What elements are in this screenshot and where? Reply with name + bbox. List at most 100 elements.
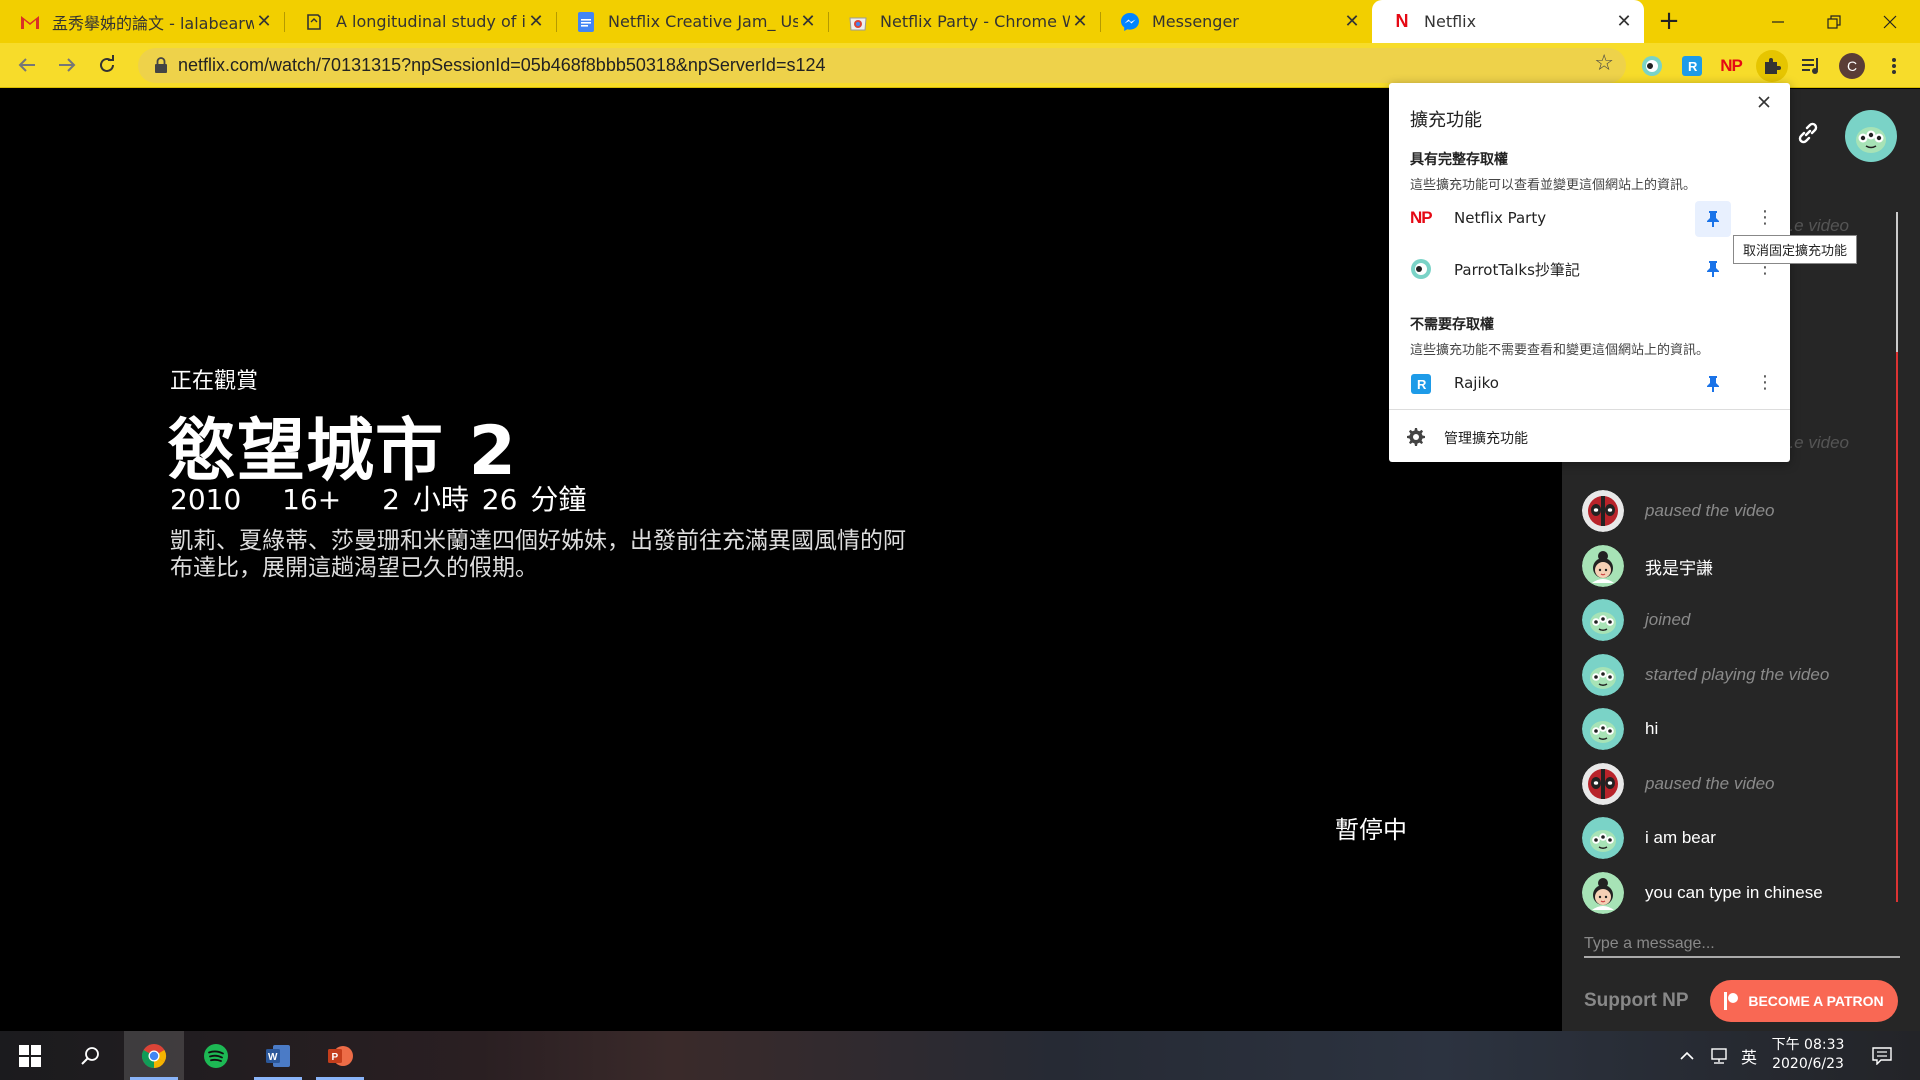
- unpin-extension-button[interactable]: [1695, 366, 1731, 402]
- profile-button[interactable]: C: [1836, 50, 1868, 82]
- movie-year: 2010: [170, 483, 242, 516]
- gear-icon: [1407, 428, 1425, 446]
- parrottalks-extension-button[interactable]: [1636, 50, 1668, 82]
- netflix-icon: N: [1395, 11, 1409, 31]
- link-icon[interactable]: [1795, 120, 1821, 146]
- minimize-icon: [1772, 20, 1784, 23]
- unpin-extension-button[interactable]: [1695, 251, 1731, 287]
- taskbar-word[interactable]: W: [248, 1031, 308, 1080]
- back-button[interactable]: [12, 50, 42, 80]
- url-text[interactable]: netflix.com/watch/70131315?npSessionId=0…: [178, 55, 826, 76]
- close-tab-icon[interactable]: ✕: [1614, 11, 1634, 32]
- address-bar[interactable]: netflix.com/watch/70131315?npSessionId=0…: [138, 48, 1626, 83]
- tab-messenger[interactable]: Messenger ✕: [1100, 0, 1372, 43]
- reload-button[interactable]: [92, 50, 122, 80]
- word-icon: W: [266, 1044, 290, 1067]
- rajiko-icon: R: [1411, 374, 1431, 394]
- patreon-icon: [1724, 992, 1739, 1010]
- minimize-button[interactable]: [1750, 0, 1806, 43]
- chrome-icon: [141, 1043, 167, 1068]
- extension-more-button[interactable]: ⋮: [1755, 368, 1775, 400]
- restore-button[interactable]: [1806, 0, 1862, 43]
- close-icon: [1758, 96, 1770, 108]
- chat-scrollbar-thumb[interactable]: [1896, 212, 1898, 352]
- media-control-button[interactable]: [1796, 50, 1828, 82]
- taskbar-spotify[interactable]: [186, 1031, 246, 1080]
- extension-name: ParrotTalks抄筆記: [1454, 261, 1580, 279]
- tab-creative-jam[interactable]: Netflix Creative Jam_ User Inte ✕: [556, 0, 828, 43]
- extension-row-parrottalks[interactable]: ParrotTalks抄筆記 ⋮: [1389, 247, 1790, 291]
- extensions-menu-button[interactable]: [1756, 50, 1788, 82]
- taskbar-chrome[interactable]: [124, 1031, 184, 1080]
- close-popup-button[interactable]: [1752, 90, 1776, 114]
- support-np-label: Support NP: [1584, 990, 1689, 1011]
- svg-text:R: R: [1417, 377, 1427, 392]
- start-button[interactable]: [0, 1031, 60, 1080]
- close-tab-icon[interactable]: ✕: [526, 11, 546, 32]
- become-a-patron-button[interactable]: BECOME A PATRON: [1710, 980, 1898, 1022]
- girl-avatar: [1582, 545, 1624, 587]
- pin-icon: [1707, 211, 1719, 227]
- browser-toolbar: netflix.com/watch/70131315?npSessionId=0…: [0, 43, 1920, 88]
- show-hidden-icons-button[interactable]: [1674, 1031, 1700, 1080]
- tab-longitudinal-study[interactable]: A longitudinal study of intera ✕: [284, 0, 556, 43]
- chat-message-text: i am bear: [1645, 828, 1716, 847]
- chat-message-row: paused the video: [1582, 761, 1882, 807]
- close-tab-icon[interactable]: ✕: [798, 11, 818, 32]
- pin-icon: [1707, 261, 1719, 277]
- tab-gmail[interactable]: 孟秀擧姊的論文 - lalabearwang ✕: [0, 0, 284, 43]
- girl-avatar: [1582, 872, 1624, 914]
- chat-message-text: ...e video: [1780, 216, 1849, 235]
- close-tab-icon[interactable]: ✕: [254, 11, 274, 32]
- extension-row-netflix-party[interactable]: NP Netflix Party ⋮: [1389, 197, 1790, 241]
- lock-icon[interactable]: [152, 56, 170, 74]
- deadpool-avatar: [1582, 490, 1624, 532]
- spotify-icon: [204, 1043, 228, 1068]
- media-queue-icon: [1802, 58, 1818, 74]
- tab-title: Netflix Creative Jam_ User Inte: [608, 12, 798, 31]
- bookmark-star-icon[interactable]: ☆: [1594, 51, 1614, 76]
- tab-netflix[interactable]: N Netflix ✕: [1372, 0, 1644, 43]
- ime-indicator[interactable]: 英: [1736, 1031, 1762, 1080]
- tab-web-store[interactable]: Netflix Party - Chrome Web Sto ✕: [828, 0, 1100, 43]
- become-a-patron-label: BECOME A PATRON: [1748, 993, 1884, 1009]
- no-access-description: 這些擴充功能不需要查看和變更這個網站上的資訊。: [1410, 343, 1710, 358]
- alien-avatar[interactable]: [1845, 110, 1897, 162]
- avatar: C: [1839, 53, 1865, 79]
- chrome-menu-button[interactable]: [1878, 50, 1910, 82]
- popup-title: 擴充功能: [1410, 110, 1482, 131]
- close-tab-icon[interactable]: ✕: [1070, 11, 1090, 32]
- rajiko-extension-button[interactable]: R: [1676, 50, 1708, 82]
- manage-extensions-button[interactable]: 管理擴充功能: [1389, 417, 1790, 457]
- unpin-extension-button[interactable]: [1695, 201, 1731, 237]
- svg-text:W: W: [268, 1052, 278, 1063]
- chrome-web-store-icon: [848, 12, 868, 32]
- gmail-icon: [20, 12, 40, 32]
- netflix-party-extension-button[interactable]: NP: [1715, 50, 1747, 82]
- forward-button[interactable]: [52, 50, 82, 80]
- extension-more-button[interactable]: ⋮: [1755, 203, 1775, 235]
- alien-avatar: [1582, 817, 1624, 859]
- extension-row-rajiko[interactable]: R Rajiko ⋮: [1389, 362, 1790, 406]
- close-window-button[interactable]: [1862, 0, 1918, 43]
- clock[interactable]: 下午 08:33 2020/6/23: [1767, 1036, 1849, 1074]
- chat-message-input[interactable]: [1584, 932, 1900, 958]
- tab-title: Netflix: [1424, 12, 1477, 31]
- chevron-up-icon: [1680, 1051, 1694, 1060]
- network-tray-button[interactable]: [1704, 1031, 1734, 1080]
- new-tab-button[interactable]: +: [1654, 7, 1684, 37]
- rajiko-icon: R: [1682, 56, 1702, 76]
- chat-message-text: hi: [1645, 719, 1659, 738]
- windows-taskbar: W P 英 下午 08:33 2020/6/23: [0, 1031, 1920, 1080]
- reload-icon: [100, 55, 114, 72]
- chat-message-row: you can type in chinese: [1582, 870, 1882, 916]
- restore-icon: [1827, 14, 1841, 29]
- action-center-button[interactable]: [1862, 1031, 1902, 1080]
- close-tab-icon[interactable]: ✕: [1342, 11, 1362, 32]
- search-button[interactable]: [60, 1031, 120, 1080]
- now-watching-label: 正在觀賞: [170, 369, 259, 394]
- chat-message-text: started playing the video: [1645, 665, 1830, 684]
- taskbar-powerpoint[interactable]: P: [310, 1031, 370, 1080]
- movie-meta: 2010 16+ 2 小時 26 分鐘: [170, 478, 614, 518]
- messenger-icon: [1120, 12, 1140, 32]
